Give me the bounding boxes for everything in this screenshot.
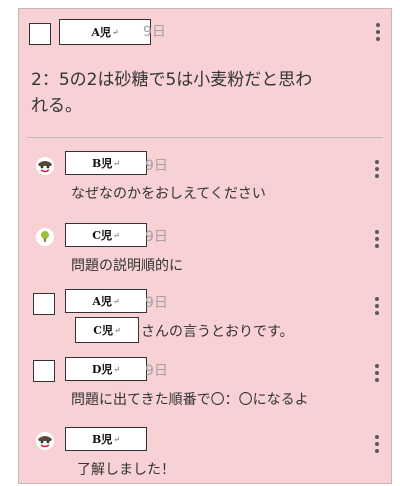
return-mark: ↵ — [113, 230, 120, 240]
return-mark: ↵ — [112, 296, 120, 306]
more-vert-icon[interactable] — [374, 230, 380, 251]
comment-text: 了解しました！ — [77, 462, 175, 478]
comment-text: 問題の説明順的に — [71, 258, 183, 274]
more-vert-icon[interactable] — [375, 23, 381, 44]
stream-post-card: A児 ↵ 9日 2：5の2は砂糖で5は小麦粉だと思わ れる。 B児 ↵ 9日 なぜな… — [18, 8, 392, 484]
comment-author-redacted: A児 ↵ — [65, 289, 147, 313]
more-vert-icon[interactable] — [374, 297, 380, 318]
comment-author-redacted: B児 ↵ — [65, 151, 147, 175]
comment-author: B児 — [91, 433, 113, 446]
comment-author-redacted: D児 ↵ — [65, 357, 147, 381]
comment-date: 9日 — [145, 229, 168, 245]
comment-author-redacted: C児 ↵ — [65, 223, 147, 247]
comment-text: 問題に出てきた順番で〇：〇になるよ — [71, 392, 309, 408]
return-mark: ↵ — [111, 27, 119, 37]
mention-redacted: C児 ↵ — [75, 317, 139, 343]
comment-author: D児 — [91, 363, 113, 376]
post-body-line1: 2：5の2は砂糖で5は小麦粉だと思わ — [31, 70, 313, 90]
comment-author: A児 — [92, 295, 112, 308]
comment-date: 9日 — [145, 158, 168, 174]
avatar-redacted — [29, 23, 51, 45]
more-vert-icon[interactable] — [374, 160, 380, 181]
more-vert-icon[interactable] — [374, 435, 380, 456]
return-mark: ↵ — [113, 364, 121, 374]
return-mark: ↵ — [113, 434, 120, 444]
tree-avatar-icon — [36, 228, 54, 246]
avatar-redacted — [33, 293, 55, 315]
comment-author: B児 — [91, 157, 113, 170]
author-name-redacted: A児 ↵ — [59, 19, 151, 45]
comment-author-redacted: B児 ↵ — [65, 427, 147, 451]
comment-date: 9日 — [145, 295, 168, 311]
divider — [27, 137, 383, 138]
comment-author: C児 — [92, 229, 113, 242]
return-mark: ↵ — [114, 325, 121, 335]
avatar-redacted — [33, 360, 55, 382]
post-body-line2: れる。 — [31, 96, 82, 116]
more-vert-icon[interactable] — [374, 364, 380, 385]
cartoon-avatar-icon — [36, 157, 54, 175]
cartoon-avatar-icon — [36, 432, 54, 450]
comment-text: なぜなのかをおしえてください — [71, 186, 266, 202]
author-name: A児 — [91, 26, 111, 39]
post-date: 9日 — [143, 24, 166, 40]
return-mark: ↵ — [113, 158, 120, 168]
mention-name: C児 — [93, 324, 114, 337]
comment-date: 9日 — [145, 363, 168, 379]
comment-text: さんの言うとおりです。 — [141, 324, 294, 340]
